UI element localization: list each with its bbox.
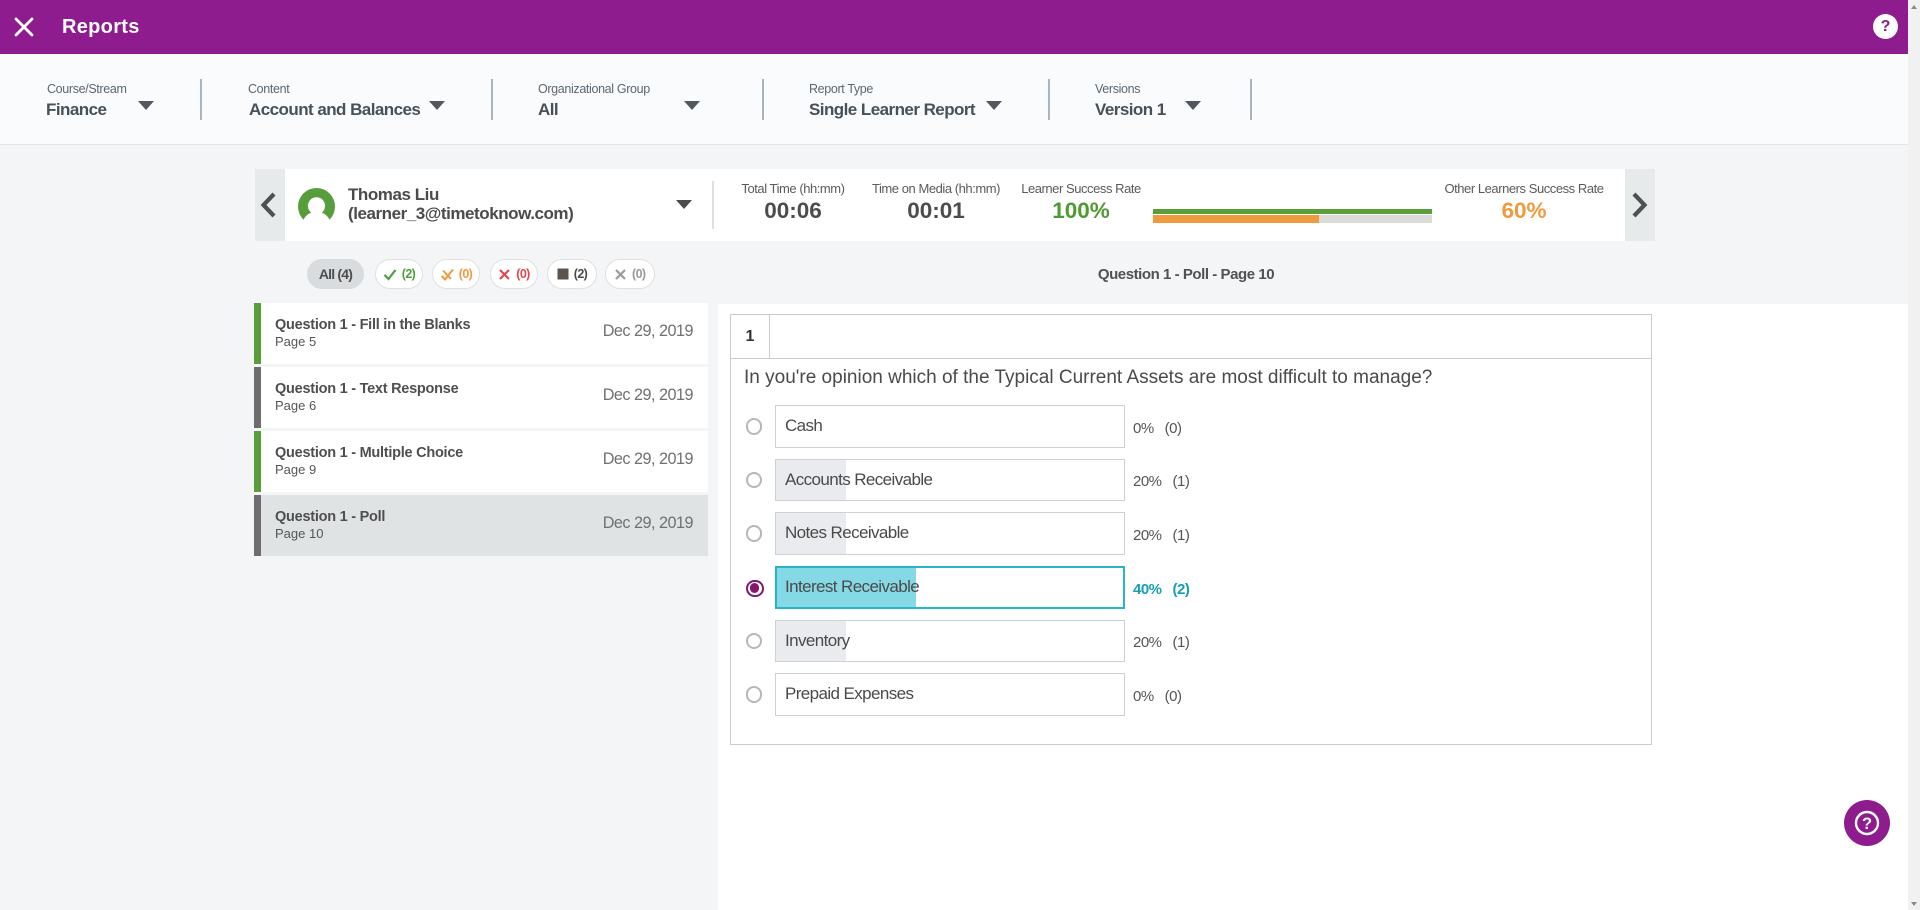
svg-text:?: ?	[1862, 815, 1872, 833]
